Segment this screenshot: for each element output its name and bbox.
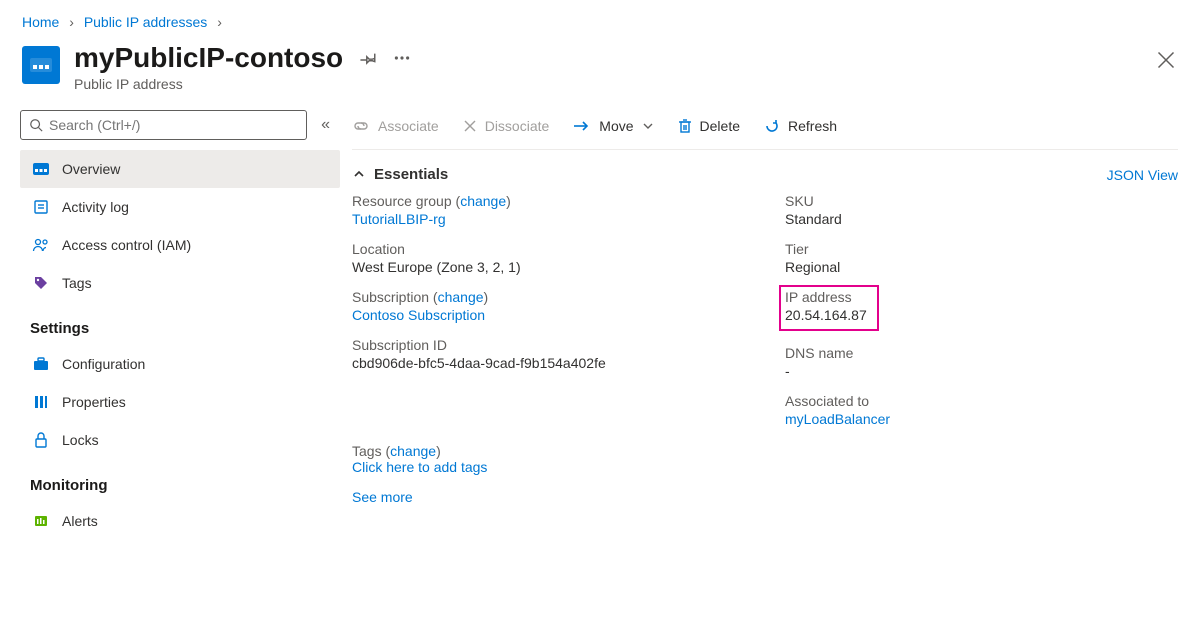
chevron-right-icon: › bbox=[69, 14, 74, 30]
move-button[interactable]: Move bbox=[573, 118, 653, 134]
label-subscription: Subscription (change) bbox=[352, 289, 745, 305]
change-subscription-link[interactable]: change bbox=[438, 289, 484, 305]
sidebar-item-label: Locks bbox=[62, 432, 99, 448]
lock-icon bbox=[32, 431, 50, 449]
label-subscription-id: Subscription ID bbox=[352, 337, 745, 353]
label-location: Location bbox=[352, 241, 745, 257]
sidebar-item-activity-log[interactable]: Activity log bbox=[20, 188, 340, 226]
add-tags-link[interactable]: Click here to add tags bbox=[352, 459, 487, 475]
arrow-right-icon bbox=[573, 120, 591, 132]
search-input-wrapper[interactable] bbox=[20, 110, 307, 140]
associate-button: Associate bbox=[352, 118, 439, 134]
page-title: myPublicIP-contoso bbox=[74, 42, 343, 74]
json-view-link[interactable]: JSON View bbox=[1107, 167, 1178, 183]
page-header: myPublicIP-contoso Public IP address bbox=[0, 36, 1200, 110]
ip-address-highlight: IP address 20.54.164.87 bbox=[779, 285, 879, 331]
breadcrumb-parent[interactable]: Public IP addresses bbox=[84, 14, 207, 30]
collapse-sidebar-icon[interactable]: « bbox=[321, 116, 330, 134]
label-associated-to: Associated to bbox=[785, 393, 1178, 409]
chevron-right-icon: › bbox=[217, 14, 222, 30]
sidebar-item-label: Activity log bbox=[62, 199, 129, 215]
chevron-up-icon bbox=[352, 166, 366, 183]
x-icon bbox=[463, 119, 477, 133]
search-icon bbox=[29, 118, 43, 132]
sidebar-item-tags[interactable]: Tags bbox=[20, 264, 340, 302]
label-dns-name: DNS name bbox=[785, 345, 1178, 361]
sidebar-item-label: Access control (IAM) bbox=[62, 237, 191, 253]
label-resource-group: Resource group (change) bbox=[352, 193, 745, 209]
value-dns-name: - bbox=[785, 363, 1178, 379]
tag-icon bbox=[32, 274, 50, 292]
essentials-grid: Resource group (change) TutorialLBIP-rg … bbox=[352, 193, 1178, 441]
value-tier: Regional bbox=[785, 259, 1178, 275]
sidebar-item-label: Configuration bbox=[62, 356, 145, 372]
value-associated-to[interactable]: myLoadBalancer bbox=[785, 411, 890, 427]
sidebar-item-label: Overview bbox=[62, 161, 120, 177]
breadcrumb-home[interactable]: Home bbox=[22, 14, 59, 30]
breadcrumb: Home › Public IP addresses › bbox=[0, 0, 1200, 36]
more-icon[interactable] bbox=[393, 49, 411, 67]
value-subscription[interactable]: Contoso Subscription bbox=[352, 307, 485, 323]
sidebar: « Overview Activity log Access control (… bbox=[0, 110, 340, 540]
sidebar-item-locks[interactable]: Locks bbox=[20, 421, 340, 459]
link-icon bbox=[352, 119, 370, 133]
label-tags: Tags (change) bbox=[352, 443, 441, 459]
dissociate-button: Dissociate bbox=[463, 118, 550, 134]
properties-icon bbox=[32, 393, 50, 411]
value-location: West Europe (Zone 3, 2, 1) bbox=[352, 259, 745, 275]
sidebar-section-monitoring: Monitoring bbox=[20, 459, 340, 502]
search-input[interactable] bbox=[49, 117, 298, 133]
see-more-link[interactable]: See more bbox=[352, 489, 413, 505]
label-ip-address: IP address bbox=[785, 289, 867, 305]
public-ip-icon bbox=[22, 46, 60, 84]
sidebar-item-label: Tags bbox=[62, 275, 92, 291]
sidebar-item-overview[interactable]: Overview bbox=[20, 150, 340, 188]
toolbar: Associate Dissociate Move Delete Refresh bbox=[352, 110, 1178, 150]
refresh-icon bbox=[764, 118, 780, 134]
chevron-down-icon bbox=[642, 122, 654, 130]
public-ip-icon bbox=[32, 160, 50, 178]
value-resource-group[interactable]: TutorialLBIP-rg bbox=[352, 211, 446, 227]
refresh-button[interactable]: Refresh bbox=[764, 118, 837, 134]
value-ip-address: 20.54.164.87 bbox=[785, 307, 867, 323]
people-icon bbox=[32, 236, 50, 254]
change-tags-link[interactable]: change bbox=[390, 443, 436, 459]
alerts-icon bbox=[32, 512, 50, 530]
sidebar-item-configuration[interactable]: Configuration bbox=[20, 345, 340, 383]
sidebar-item-label: Properties bbox=[62, 394, 126, 410]
value-subscription-id: cbd906de-bfc5-4daa-9cad-f9b154a402fe bbox=[352, 355, 745, 371]
toolbox-icon bbox=[32, 355, 50, 373]
value-sku: Standard bbox=[785, 211, 1178, 227]
pin-icon[interactable] bbox=[359, 49, 377, 67]
main-content: Associate Dissociate Move Delete Refresh bbox=[340, 110, 1200, 540]
sidebar-item-properties[interactable]: Properties bbox=[20, 383, 340, 421]
sidebar-item-label: Alerts bbox=[62, 513, 98, 529]
page-subtitle: Public IP address bbox=[74, 76, 411, 92]
close-icon[interactable] bbox=[1156, 50, 1176, 73]
sidebar-section-settings: Settings bbox=[20, 302, 340, 345]
activity-log-icon bbox=[32, 198, 50, 216]
essentials-toggle[interactable]: Essentials bbox=[352, 166, 448, 183]
sidebar-item-alerts[interactable]: Alerts bbox=[20, 502, 340, 540]
label-tier: Tier bbox=[785, 241, 1178, 257]
sidebar-item-iam[interactable]: Access control (IAM) bbox=[20, 226, 340, 264]
delete-button[interactable]: Delete bbox=[678, 118, 740, 134]
trash-icon bbox=[678, 118, 692, 134]
label-sku: SKU bbox=[785, 193, 1178, 209]
change-resource-group-link[interactable]: change bbox=[460, 193, 506, 209]
